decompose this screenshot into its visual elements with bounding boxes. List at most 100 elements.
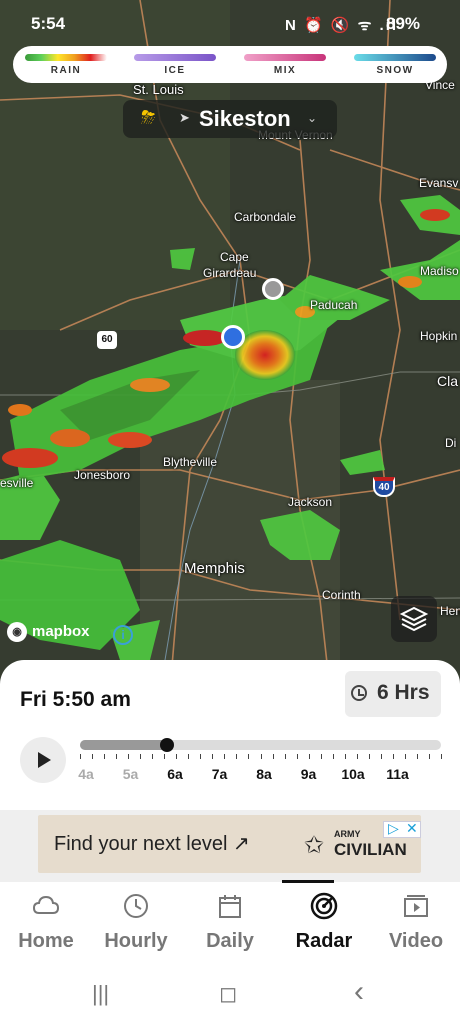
timeline-tick: [428, 754, 430, 759]
nav-video[interactable]: Video: [370, 882, 460, 962]
hour-label: 6a: [167, 766, 183, 782]
timeline-tick: [308, 754, 310, 759]
city-blytheville: Blytheville: [163, 455, 218, 469]
legend-snow: SNOW: [354, 54, 436, 76]
timeline-tick: [140, 754, 142, 759]
legend-ice-label: ICE: [164, 65, 186, 76]
status-bar: 5:54 N ⏰ 🔇 ᯤ .ıl 89%: [0, 0, 460, 46]
time-range-label: 6 Hrs: [377, 681, 430, 704]
timeline-tick: [284, 754, 286, 759]
timeline-tick: [104, 754, 106, 759]
city-memphis: Memphis: [184, 560, 245, 577]
hour-label: 7a: [211, 766, 228, 782]
nav-radar[interactable]: Radar: [278, 880, 370, 962]
layers-icon: [399, 606, 429, 632]
video-play-icon: [404, 895, 428, 917]
nav-hourly-label: Hourly: [104, 930, 168, 952]
map-info-icon[interactable]: i: [113, 625, 133, 645]
nav-video-label: Video: [388, 930, 444, 952]
location-arrow-icon: ➤: [179, 110, 190, 125]
recents-button[interactable]: |||: [92, 981, 109, 1007]
timeline-tick: [260, 754, 262, 759]
timeline-tick: [380, 754, 382, 759]
legend-rain-label: RAIN: [50, 65, 82, 76]
city-henderson: Henc: [440, 604, 460, 618]
status-icons: N ⏰ 🔇 ᯤ .ıl: [285, 17, 399, 34]
close-icon[interactable]: ✕: [406, 820, 418, 837]
ad-brand-main: CIVILIAN: [334, 840, 407, 859]
timeline-tick: [152, 754, 154, 759]
timeline-tick: [416, 754, 418, 759]
legend-snow-label: SNOW: [376, 65, 414, 76]
hour-label: 5a: [122, 766, 139, 782]
layers-button[interactable]: [391, 596, 437, 642]
location-name: Sikeston: [199, 106, 291, 131]
radar-icon: [310, 892, 338, 920]
star-icon: ✩: [304, 832, 325, 859]
timeline-tick: [296, 754, 298, 759]
timeline-tick: [236, 754, 238, 759]
timeline-tick: [116, 754, 118, 759]
timeline-tick: [404, 754, 406, 759]
bottom-nav: Home Hourly Daily Radar Video: [0, 880, 460, 962]
nav-daily-label: Daily: [206, 930, 254, 952]
battery-level: 89%: [386, 14, 421, 33]
timeline-tick: [176, 754, 178, 759]
legend-snow-bar: [354, 54, 436, 61]
timeline-tick: [200, 754, 202, 759]
adchoices-button[interactable]: ▷ ✕: [383, 820, 421, 838]
timeline-hour-labels: 4a 5a 6a 7a 8a 9a 10a 11a: [60, 766, 440, 786]
timeline-slider[interactable]: [80, 738, 441, 752]
hour-label: 10a: [341, 766, 365, 782]
hour-label: 9a: [300, 766, 317, 782]
city-girardeau: Girardeau: [203, 266, 257, 280]
timeline-tick: [441, 754, 442, 759]
selected-location-marker[interactable]: [262, 278, 284, 300]
time-range-button[interactable]: 6 Hrs: [345, 671, 441, 717]
current-location-marker[interactable]: [221, 325, 245, 349]
ad-brand-top: ARMY: [334, 829, 361, 839]
city-dickson: Di: [445, 436, 457, 450]
nav-hourly[interactable]: Hourly: [90, 882, 182, 962]
hour-label: 8a: [256, 766, 272, 782]
mapbox-label: mapbox: [32, 622, 90, 640]
city-batesville: esville: [0, 476, 34, 490]
timeline-progress: [80, 740, 167, 750]
legend-rain-bar: [25, 54, 107, 61]
timeline-tick: [368, 754, 370, 759]
nav-home-label: Home: [18, 930, 74, 952]
city-st-louis: St. Louis: [133, 82, 184, 97]
legend-ice-bar: [134, 54, 216, 61]
location-selector[interactable]: ⛈ ➤ Sikeston ⌄: [123, 100, 337, 138]
timeline-tick: [356, 754, 358, 759]
calendar-icon: [219, 895, 241, 918]
mapbox-logo[interactable]: ◉ mapbox: [7, 622, 90, 642]
timeline-tick: [392, 754, 394, 759]
city-jonesboro: Jonesboro: [74, 468, 131, 482]
timeline-tick: [188, 754, 190, 759]
clock-icon: [124, 894, 148, 918]
timeline-handle[interactable]: [159, 738, 174, 752]
city-clarksville: Cla: [437, 373, 459, 389]
timeline-tick: [224, 754, 226, 759]
timeline-ticks: [80, 754, 442, 762]
nav-home[interactable]: Home: [0, 882, 92, 962]
current-frame-time: Fri 5:50 am: [20, 688, 131, 711]
timeline-tick: [344, 754, 346, 759]
timeline-tick: [80, 754, 81, 759]
ad-banner[interactable]: Find your next level ↗ ✩ ARMY CIVILIAN ▷…: [38, 815, 421, 873]
timeline-tick: [272, 754, 274, 759]
hour-label: 11a: [386, 766, 409, 782]
nav-daily[interactable]: Daily: [184, 882, 276, 962]
home-button[interactable]: ◻: [219, 981, 237, 1007]
timeline-tick: [128, 754, 130, 759]
city-evansville: Evansv: [419, 176, 459, 190]
route-60-shield: 60: [97, 331, 117, 349]
ad-banner-container: Find your next level ↗ ✩ ARMY CIVILIAN ▷…: [0, 808, 460, 882]
timeline-tick: [164, 754, 166, 759]
back-button[interactable]: ‹: [354, 975, 364, 1009]
city-paducah: Paducah: [310, 298, 358, 312]
ad-headline: Find your next level ↗: [54, 833, 250, 855]
timeline-tick: [248, 754, 250, 759]
timeline-panel: Fri 5:50 am 6 Hrs 4a 5a 6a 7a 8a 9a 10a 11a: [0, 660, 460, 810]
